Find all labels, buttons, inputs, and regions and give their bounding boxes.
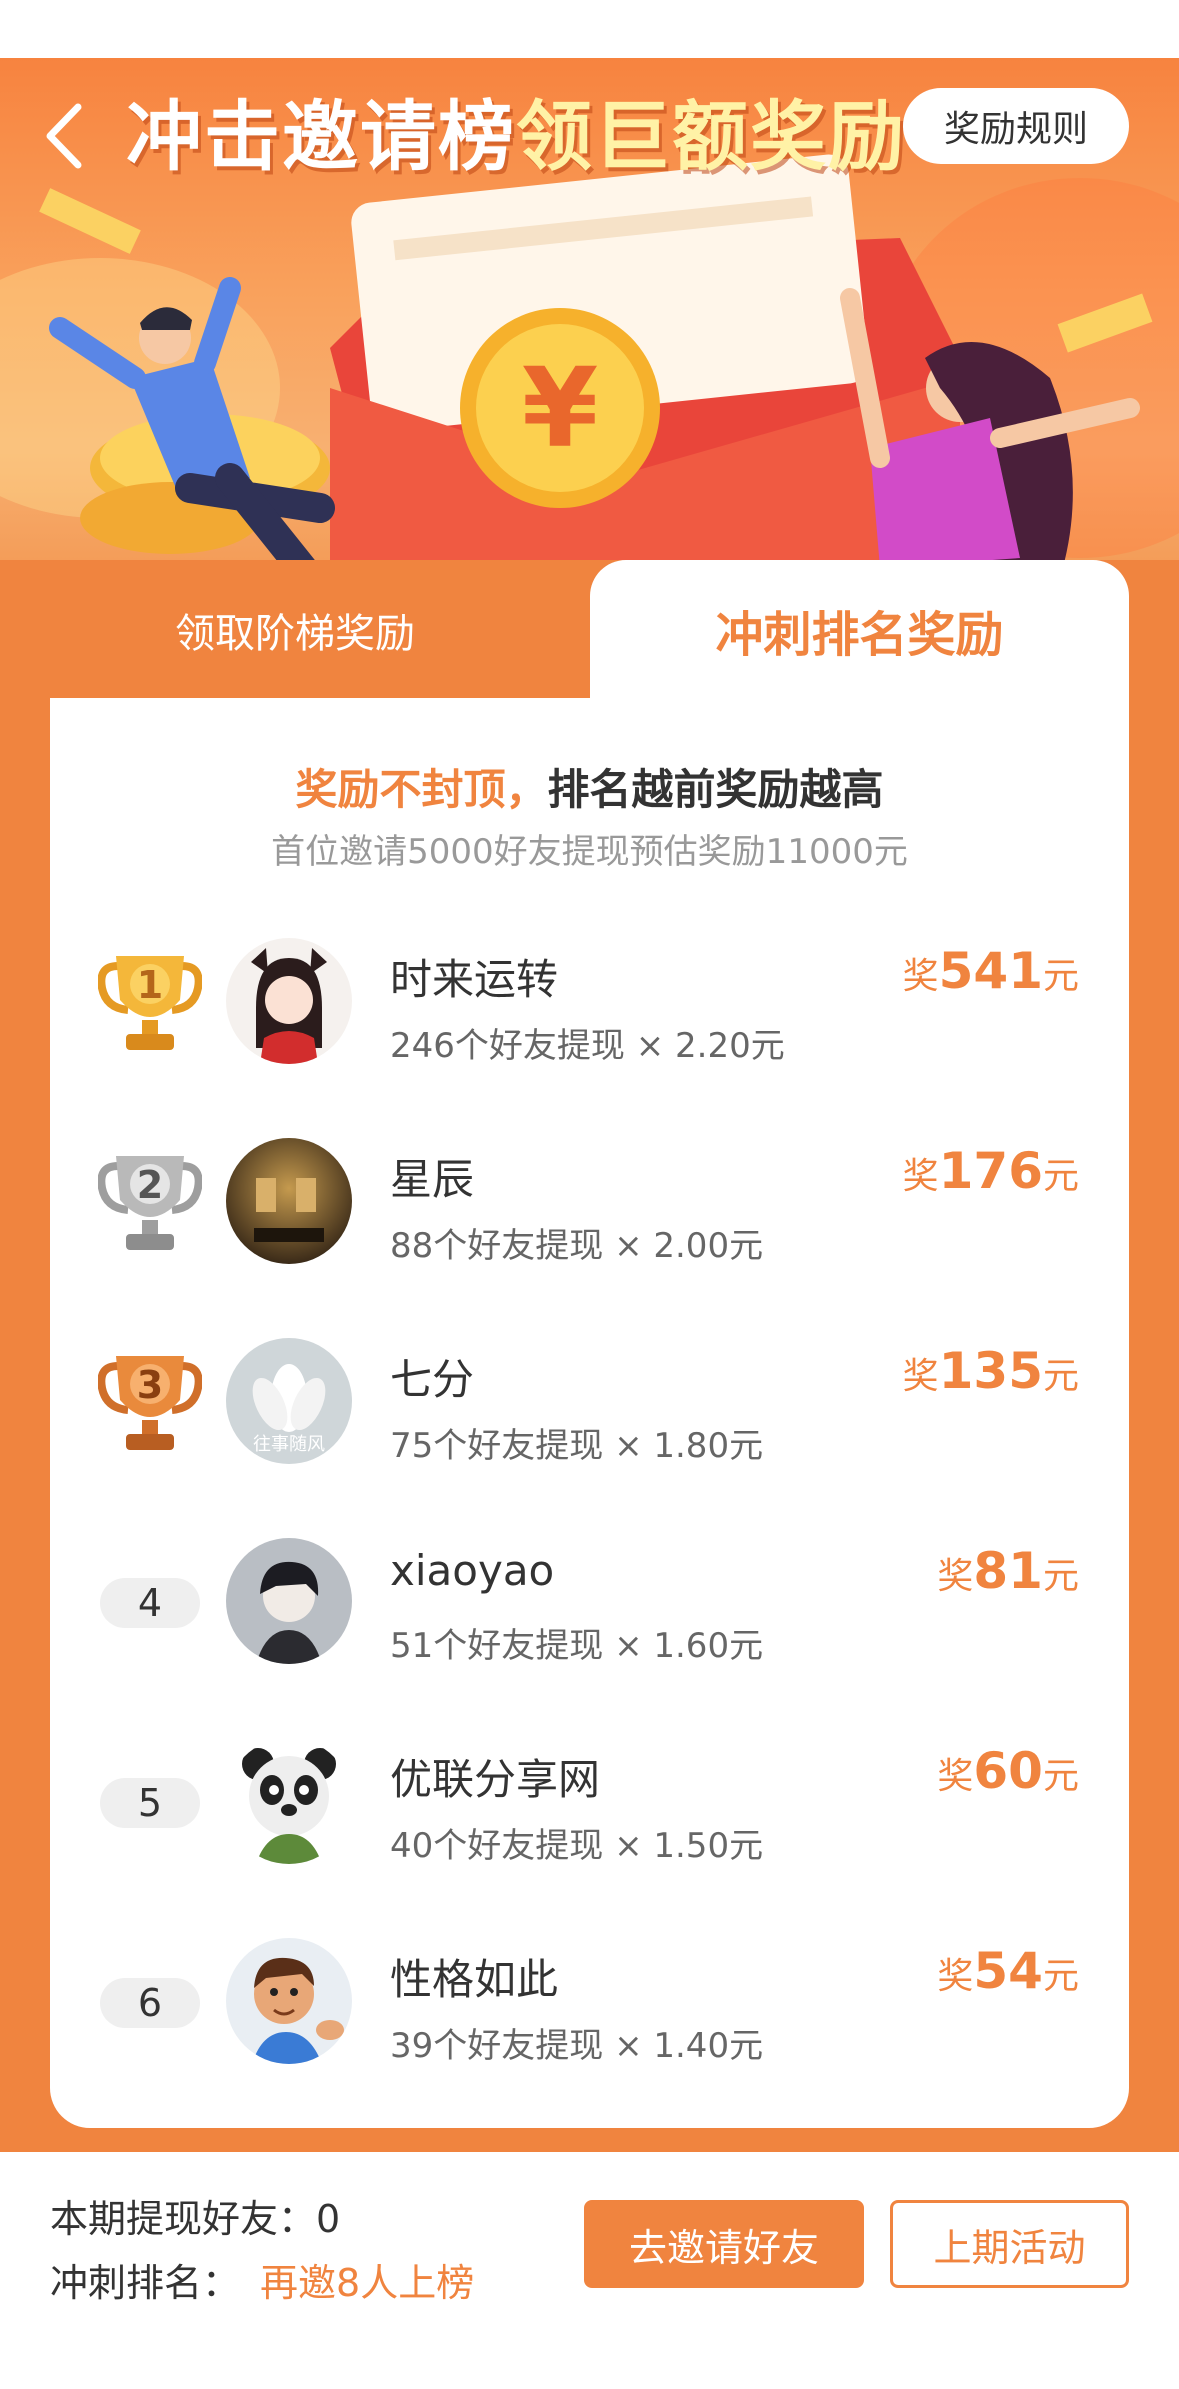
sprint-rank-hint: 再邀8人上榜 [260,2261,475,2305]
reward-amount: 奖135元 [902,1342,1079,1400]
headline-highlight: 奖励不封顶， [295,765,548,814]
reward-amount: 奖81元 [937,1542,1079,1600]
user-name: 时来运转 [390,955,559,1004]
ranking-row: 5 优联分享网 40个好友提现 × 1.50元 奖60元 [50,1698,1129,1898]
avatar-watermark: 往事随风 [253,1434,325,1455]
trophy-rank-number: 1 [137,963,163,1007]
rank-number: 5 [100,1778,200,1828]
banner-title-yellow: 领巨额奖励 [516,92,906,181]
avatar[interactable] [226,1938,352,2064]
ranking-card: 奖励不封顶，排名越前奖励越高 首位邀请5000好友提现预估奖励11000元 1 … [50,698,1129,2128]
anime-girl-avatar [226,938,352,1064]
avatar[interactable] [226,1738,352,1864]
rank-number: 6 [100,1978,200,2028]
user-name: 性格如此 [390,1955,559,2004]
ranking-row: 4 xiaoyao 51个好友提现 × 1.60元 奖81元 [50,1498,1129,1698]
reward-amount: 奖176元 [902,1142,1079,1200]
reward-rules-button[interactable]: 奖励规则 [903,88,1129,164]
period-friends-count: 本期提现好友：0 [50,2197,341,2241]
tab-tier-rewards[interactable]: 领取阶梯奖励 [0,560,590,700]
reward-amount: 奖541元 [902,942,1079,1000]
keychain-photo-avatar [226,1138,352,1264]
banner-title-white: 冲击邀请榜 [126,92,516,181]
bottom-action-bar: 本期提现好友：0 冲刺排名： 再邀8人上榜 去邀请好友 上期活动 [0,2152,1179,2389]
rank-number: 4 [100,1578,200,1628]
panda-avatar [226,1738,352,1864]
ranking-row: 3 往事随风 七分 75个好友提现 × 1.80元 奖135元 [50,1298,1129,1498]
hero-banner: ¥ 冲击邀请榜领巨额奖励 奖励规则 [0,58,1179,578]
invite-detail: 246个好友提现 × 2.20元 [390,1026,785,1066]
trophy-rank-number: 2 [137,1163,163,1207]
ranking-row: 2 星辰 88个好友提现 × 2.00元 奖176元 [50,1098,1129,1298]
ranking-row: 6 性格如此 39个好友提现 × 1.40元 奖54元 [50,1898,1129,2098]
avatar[interactable] [226,938,352,1064]
avatar[interactable] [226,1538,352,1664]
user-name: 星辰 [390,1155,475,1204]
sprint-rank-label: 冲刺排名： [50,2261,241,2305]
sprint-rank-status: 冲刺排名： 再邀8人上榜 [50,2252,474,2307]
back-button[interactable] [34,96,94,176]
trophy-rank-number: 3 [137,1363,163,1407]
invite-detail: 75个好友提现 × 1.80元 [390,1426,764,1466]
user-name: 优联分享网 [390,1755,601,1804]
cartoon-man-avatar [226,1938,352,2064]
invite-detail: 51个好友提现 × 1.60元 [390,1626,764,1666]
banner-title: 冲击邀请榜领巨额奖励 [126,88,906,187]
gold-trophy-icon: 1 [98,956,202,1050]
last-period-button[interactable]: 上期活动 [890,2200,1129,2288]
bronze-trophy-icon: 3 [98,1356,202,1450]
avatar[interactable] [226,1138,352,1264]
reward-amount: 奖60元 [937,1742,1079,1800]
yuan-coin-symbol: ¥ [522,344,599,472]
headline: 奖励不封顶，排名越前奖励越高 [50,756,1129,817]
user-name: xiaoyao [390,1546,555,1595]
chevron-left-icon [46,103,82,169]
reward-amount: 奖54元 [937,1942,1079,2000]
silver-trophy-icon: 2 [98,1156,202,1250]
invite-detail: 40个好友提现 × 1.50元 [390,1826,764,1866]
headline-text: 排名越前奖励越高 [547,765,884,814]
tab-sprint-ranking-rewards[interactable]: 冲刺排名奖励 [590,560,1129,700]
avatar[interactable]: 往事随风 [226,1338,352,1464]
status-bar-area [0,0,1179,58]
ranking-row: 1 时来运转 246个好友提现 × 2.20元 奖541元 [50,898,1129,1098]
headline-subtext: 首位邀请5000好友提现预估奖励11000元 [271,832,908,872]
user-name: 七分 [390,1355,475,1404]
invite-detail: 88个好友提现 × 2.00元 [390,1226,764,1266]
invite-detail: 39个好友提现 × 1.40元 [390,2026,764,2066]
invite-friends-button[interactable]: 去邀请好友 [584,2200,864,2288]
anime-boy-avatar [226,1538,352,1664]
lotus-avatar: 往事随风 [226,1338,352,1464]
